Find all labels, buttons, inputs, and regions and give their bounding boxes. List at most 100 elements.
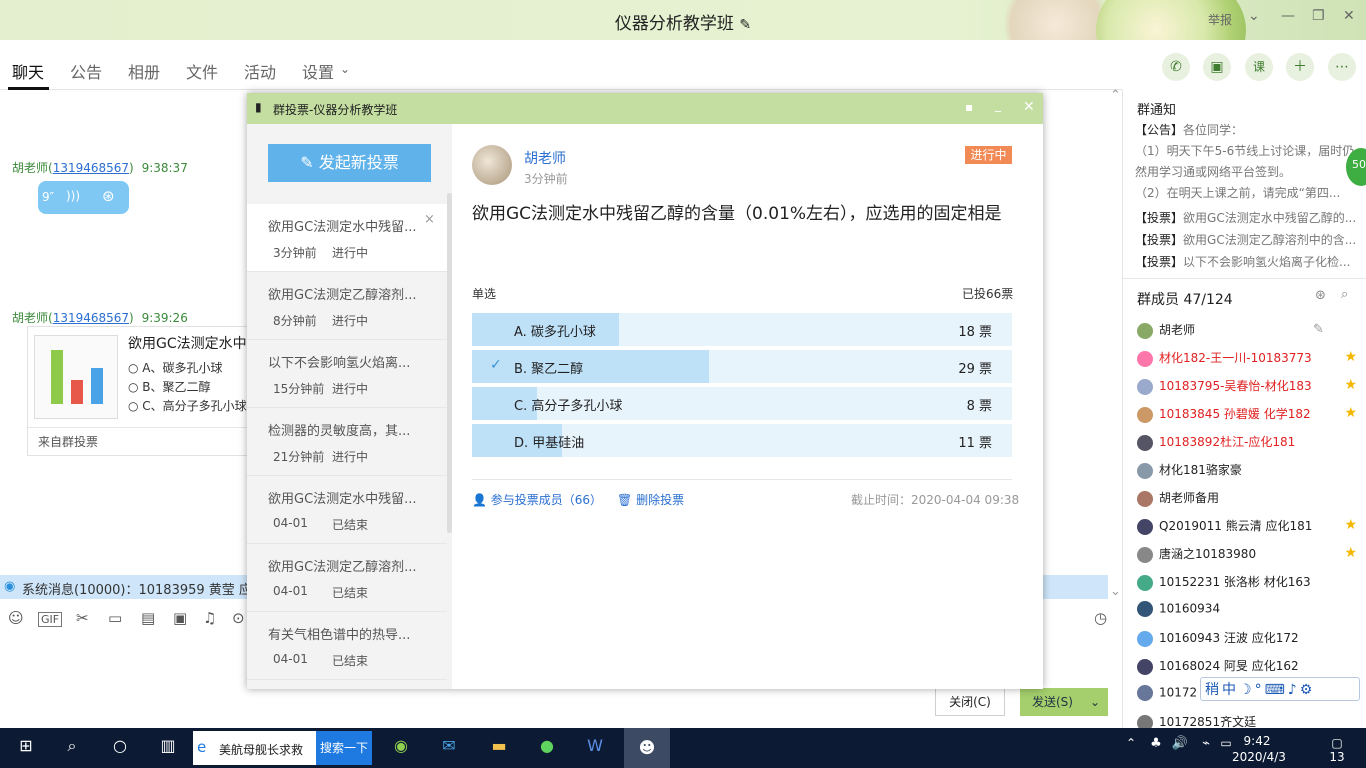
- ime-mic-icon[interactable]: ♪: [1288, 682, 1300, 698]
- poll-list-item[interactable]: 欲用GC法测定乙醇溶剂... 04-01 已结束: [247, 544, 447, 612]
- notifications-icon[interactable]: ▢ 13: [1322, 736, 1352, 764]
- qq-tray-icon[interactable]: ♣: [1146, 736, 1166, 760]
- start-icon[interactable]: ⊞: [14, 736, 38, 760]
- member-item[interactable]: 10183892杜江-应化181: [1137, 433, 1363, 453]
- poll-list-item[interactable]: 以下不会影响氢火焰离... 15分钟前 进行中: [247, 340, 447, 408]
- poll-option[interactable]: ✓ B. 聚乙二醇 29 票: [472, 350, 1012, 383]
- notice-item[interactable]: 【投票】欲用GC法测定水中残留乙醇的...: [1135, 209, 1363, 226]
- notice-item[interactable]: 然用学习通或网络平台签到。: [1135, 163, 1363, 180]
- more-tools-icon[interactable]: ⊙: [232, 609, 245, 627]
- poll-option[interactable]: C. 高分子多孔小球 8 票: [472, 387, 1012, 420]
- poll-list-item[interactable]: 欲用GC法测定水中残留... 3分钟前 进行中 ×: [247, 204, 447, 272]
- expand-icon[interactable]: ⌄: [1110, 584, 1121, 599]
- member-item[interactable]: 10152231 张洛彬 材化163: [1137, 573, 1363, 593]
- document-icon[interactable]: ▤: [141, 609, 155, 627]
- more-icon[interactable]: ⋯: [1328, 53, 1356, 81]
- member-item[interactable]: 胡老师备用: [1137, 489, 1363, 509]
- ime-settings-icon[interactable]: ⚙: [1300, 682, 1316, 698]
- cortana-icon[interactable]: ○: [108, 736, 132, 760]
- tab-files[interactable]: 文件: [186, 59, 218, 83]
- poll-author[interactable]: 胡老师: [524, 148, 566, 168]
- member-item[interactable]: 胡老师: [1137, 321, 1363, 341]
- member-item[interactable]: 唐涵之10183980 ★: [1137, 545, 1363, 565]
- window-title[interactable]: 仪器分析教学班 ✎: [0, 9, 1366, 34]
- restore-icon[interactable]: ❐: [1312, 8, 1325, 24]
- phone-call-icon[interactable]: ✆: [1162, 53, 1190, 81]
- poll-option[interactable]: A. 碳多孔小球 18 票: [472, 313, 1012, 346]
- edit-icon[interactable]: ✎: [739, 17, 751, 33]
- notice-item[interactable]: 【投票】以下不会影响氢火焰离子化检...: [1135, 253, 1363, 270]
- browser-icon[interactable]: ◉: [388, 736, 414, 760]
- volume-icon[interactable]: 🔊: [1170, 736, 1190, 760]
- notice-item[interactable]: （1）明天下午5-6节线上讨论课，届时仍: [1135, 142, 1363, 159]
- member-manage-icon[interactable]: ⊛: [1315, 288, 1326, 303]
- tab-album[interactable]: 相册: [128, 59, 160, 83]
- poll-list-item[interactable]: 欲用GC法测定乙醇溶剂... 8分钟前 进行中: [247, 272, 447, 340]
- voice-message[interactable]: 9″ ))) ⊛: [38, 181, 129, 214]
- dialog-minimize-icon[interactable]: _: [995, 98, 1001, 112]
- poll-list-scrollbar[interactable]: [447, 193, 452, 533]
- image-icon[interactable]: ▣: [173, 609, 187, 627]
- close-button[interactable]: 关闭(C): [935, 688, 1005, 716]
- member-item[interactable]: 材化182-王一川-10183773 ★: [1137, 349, 1363, 369]
- add-app-icon[interactable]: ＋: [1286, 53, 1314, 81]
- folder-icon[interactable]: ▭: [108, 609, 122, 627]
- poll-list-item[interactable]: 欲用GC法测定水中残留... 04-01 已结束: [247, 476, 447, 544]
- taskbar-search-button[interactable]: 搜索一下: [316, 731, 372, 765]
- emoji-icon[interactable]: ☺: [8, 609, 24, 627]
- notice-item[interactable]: 【投票】欲用GC法测定乙醇溶剂中的含...: [1135, 231, 1363, 248]
- notice-item[interactable]: （2）在明天上课之前，请完成“第四...: [1135, 184, 1363, 201]
- tab-settings[interactable]: 设置: [302, 59, 334, 83]
- close-window-icon[interactable]: ✕: [1343, 8, 1355, 24]
- delete-poll-link[interactable]: 🗑 删除投票: [617, 491, 684, 508]
- tab-announcement[interactable]: 公告: [70, 59, 102, 83]
- report-link[interactable]: 举报: [1208, 11, 1232, 28]
- task-view-icon[interactable]: ▥: [156, 736, 180, 760]
- ime-logo-icon[interactable]: 稍: [1205, 682, 1222, 698]
- ime-moon-icon[interactable]: ☽: [1239, 682, 1255, 698]
- remove-item-icon[interactable]: ×: [424, 212, 435, 227]
- word-icon[interactable]: W: [582, 736, 608, 760]
- notice-item[interactable]: 【公告】各位同学：: [1135, 121, 1363, 138]
- ime-toolbar[interactable]: 稍中☽°⌨♪⚙: [1200, 677, 1360, 701]
- wechat-icon[interactable]: ●: [534, 736, 560, 760]
- new-vote-button[interactable]: ✎ 发起新投票: [268, 144, 431, 182]
- message-sender[interactable]: 胡老师(1319468567) 9:39:26: [12, 309, 188, 326]
- dialog-close-icon[interactable]: ✕: [1023, 99, 1035, 115]
- member-item[interactable]: 10160934: [1137, 601, 1363, 621]
- member-item[interactable]: Q2019011 熊云清 应化181 ★: [1137, 517, 1363, 537]
- message-sender[interactable]: 胡老师(1319468567) 9:38:37: [12, 159, 188, 176]
- poll-list-item[interactable]: 检测器的灵敏度高，其... 21分钟前 进行中: [247, 408, 447, 476]
- send-options-chevron-icon[interactable]: ⌄: [1090, 688, 1100, 716]
- voice-to-text-icon[interactable]: ⊛: [102, 187, 115, 205]
- participants-link[interactable]: 👤 参与投票成员（66）: [472, 491, 602, 508]
- tab-chat[interactable]: 聊天: [12, 59, 44, 83]
- member-item[interactable]: 材化181骆家豪: [1137, 461, 1363, 481]
- minimize-icon[interactable]: —: [1281, 8, 1295, 24]
- bell-icon[interactable]: ♫: [203, 609, 216, 627]
- member-search-icon[interactable]: ⌕: [1341, 287, 1348, 302]
- search-icon[interactable]: ⌕: [60, 736, 84, 760]
- tray-chevron-icon[interactable]: ⌃: [1122, 736, 1140, 760]
- network-icon[interactable]: ⌁: [1196, 736, 1216, 760]
- member-item[interactable]: 10160943 汪波 应化172: [1137, 629, 1363, 649]
- chevron-down-icon[interactable]: ⌄: [1248, 8, 1260, 24]
- author-avatar[interactable]: [472, 145, 512, 185]
- member-item[interactable]: 10168024 阿旻 应化162: [1137, 657, 1363, 677]
- clock[interactable]: 9:42 2020/4/3: [1232, 733, 1286, 765]
- poll-list-item[interactable]: 有关气相色谱中的热导... 04-01 已结束: [247, 612, 447, 680]
- video-call-icon[interactable]: ▣: [1203, 53, 1231, 81]
- tab-activity[interactable]: 活动: [244, 59, 276, 83]
- poll-message-card[interactable]: 欲用GC法测定水中 ○ A、碳多孔小球 ○ B、聚乙二醇 ○ C、高分子多孔小球…: [27, 326, 257, 456]
- qq-icon[interactable]: ☻: [624, 728, 670, 768]
- classroom-icon[interactable]: 课: [1245, 53, 1273, 81]
- collapse-icon[interactable]: ⌃: [1110, 88, 1121, 103]
- member-item[interactable]: 10183795-吴春怡-材化183 ★: [1137, 377, 1363, 397]
- scissors-icon[interactable]: ✂: [76, 609, 89, 627]
- mail-icon[interactable]: ✉: [436, 736, 462, 760]
- taskbar-search-input[interactable]: e 美航母舰长求救: [193, 731, 316, 765]
- send-button[interactable]: 发送(S) ⌄: [1020, 688, 1108, 716]
- ime-keyboard-icon[interactable]: ⌨: [1265, 682, 1288, 698]
- feedback-icon[interactable]: ▪: [965, 100, 973, 114]
- ime-punct-icon[interactable]: °: [1255, 682, 1265, 698]
